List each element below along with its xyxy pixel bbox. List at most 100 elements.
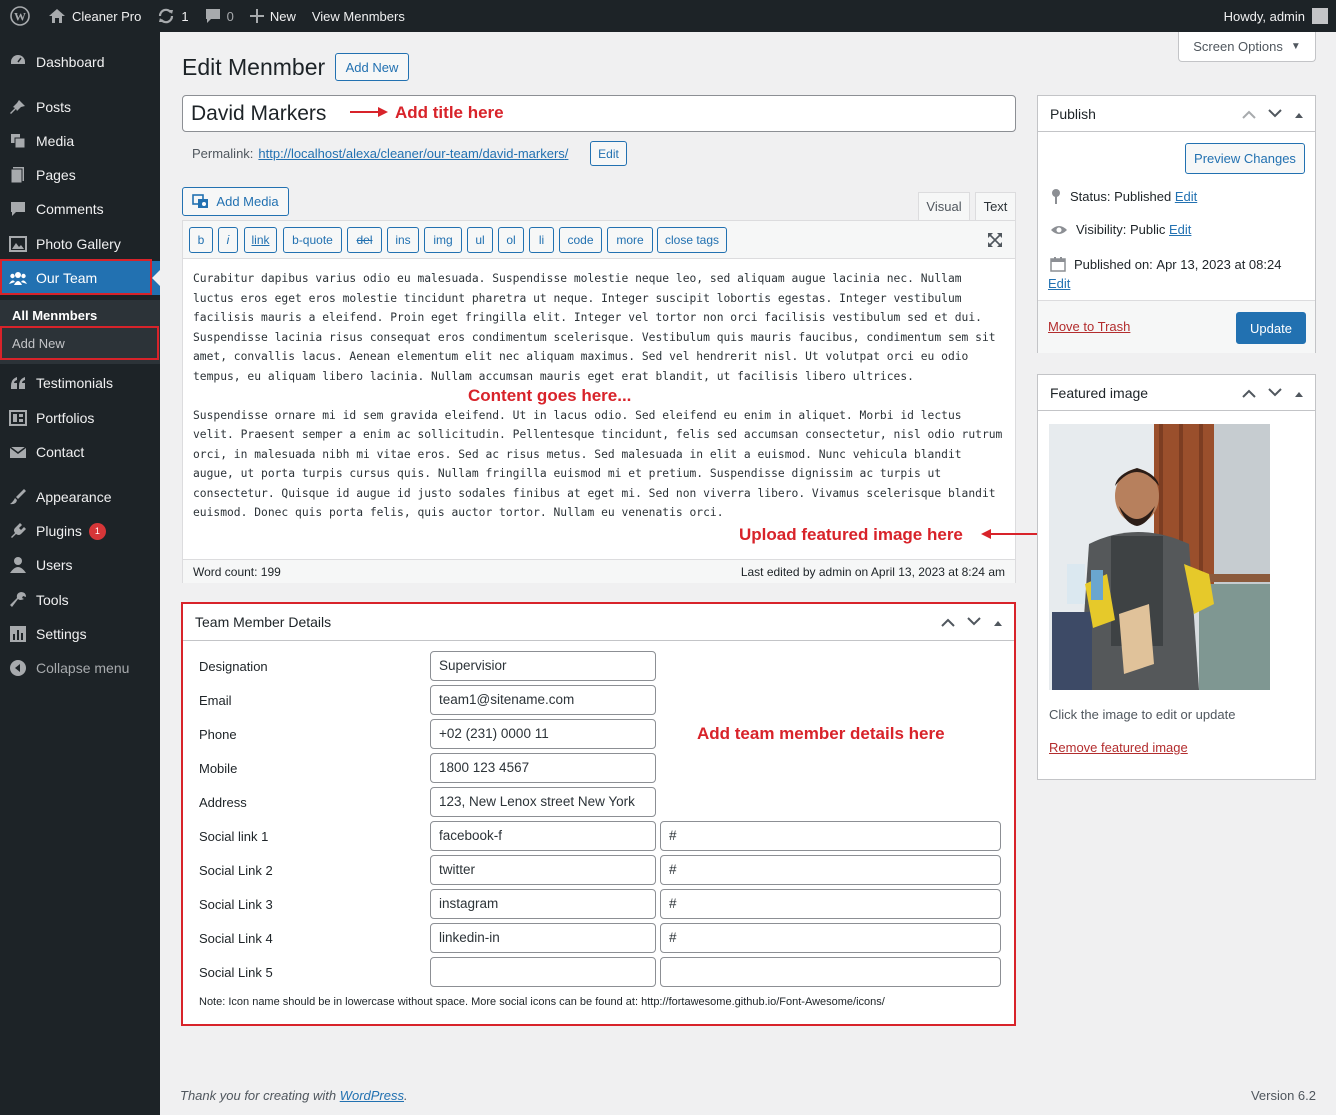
quicktag-ul-button[interactable]: ul (467, 227, 493, 253)
social-link-1-url-input[interactable]: # (660, 821, 1001, 851)
publish-actions: Move to Trash Update (1038, 300, 1315, 353)
permalink-edit-button[interactable]: Edit (590, 141, 627, 166)
permalink-link[interactable]: http://localhost/alexa/cleaner/our-team/… (258, 146, 568, 161)
quicktag-b-quote-button[interactable]: b-quote (283, 227, 342, 253)
sidebar-item-contact[interactable]: Contact (0, 435, 160, 469)
publish-header: Publish (1038, 96, 1315, 132)
social-link-5-url-input[interactable] (660, 957, 1001, 987)
sidebar-item-settings[interactable]: Settings (0, 617, 160, 651)
quicktag-del-button[interactable]: del (347, 227, 382, 253)
update-button[interactable]: Update (1236, 312, 1306, 344)
sidebar-item-label: Plugins (36, 523, 82, 539)
social-link-2-icon-input[interactable]: twitter (430, 855, 656, 885)
toggle-arrow-icon[interactable] (1293, 385, 1305, 401)
add-new-button[interactable]: Add New (335, 53, 409, 81)
published-on-edit-link[interactable]: Edit (1048, 276, 1070, 291)
sidebar-item-appearance[interactable]: Appearance (0, 480, 160, 514)
sidebar-item-plugins[interactable]: Plugins 1 (0, 514, 160, 548)
featured-image-box: Featured image Click the image to edit o… (1037, 374, 1316, 780)
chevron-up-icon[interactable] (1241, 106, 1257, 122)
social-link-4-url-input[interactable]: # (660, 923, 1001, 953)
view-label: View Menmbers (311, 8, 405, 24)
content-paragraph-2: Suspendisse ornare mi id sem gravida ele… (193, 408, 1003, 520)
chevron-up-icon[interactable] (1241, 385, 1257, 401)
sidebar-item-media[interactable]: Media (0, 124, 160, 158)
quicktag-i-button[interactable]: i (218, 227, 238, 253)
sidebar-item-label: Contact (36, 444, 85, 460)
mobile-input[interactable]: 1800 123 4567 (430, 753, 656, 783)
designation-input[interactable]: Supervisior (430, 651, 656, 681)
address-label: Address (199, 795, 247, 810)
wordpress-link[interactable]: WordPress (340, 1088, 404, 1103)
toggle-arrow-icon[interactable] (992, 614, 1004, 630)
submenu-all-members[interactable]: All Menmbers (12, 308, 97, 323)
updates-link[interactable]: 1 (149, 0, 196, 32)
team-details-header: Team Member Details (183, 604, 1014, 641)
chevron-up-icon[interactable] (940, 614, 956, 630)
add-media-label: Add Media (216, 194, 279, 209)
email-input[interactable]: team1@sitename.com (430, 685, 656, 715)
view-members-link[interactable]: View Menmbers (304, 0, 413, 32)
screen-options-button[interactable]: Screen Options ▼ (1178, 32, 1316, 62)
social-link-1-icon-input[interactable]: facebook-f (430, 821, 656, 851)
quicktag-li-button[interactable]: li (529, 227, 554, 253)
chevron-down-icon[interactable] (1267, 106, 1283, 122)
quicktag-b-button[interactable]: b (189, 227, 213, 253)
toggle-arrow-icon[interactable] (1293, 106, 1305, 122)
phone-input[interactable]: +02 (231) 0000 11 (430, 719, 656, 749)
sidebar-item-label: Appearance (36, 489, 112, 505)
sidebar-item-dashboard[interactable]: Dashboard (0, 45, 160, 79)
tab-visual[interactable]: Visual (918, 192, 970, 220)
quicktag-close-tags-button[interactable]: close tags (657, 227, 727, 253)
preview-changes-button[interactable]: Preview Changes (1185, 143, 1305, 174)
sidebar-item-users[interactable]: Users (0, 548, 160, 582)
email-icon (0, 443, 36, 461)
settings-icon (0, 625, 36, 643)
sidebar-item-collapse-menu[interactable]: Collapse menu (0, 651, 160, 685)
quicktag-ins-button[interactable]: ins (387, 227, 419, 253)
comments-link[interactable]: 0 (197, 0, 242, 32)
sidebar-item-testimonials[interactable]: Testimonials (0, 366, 160, 400)
account-menu[interactable]: Howdy, admin (1224, 0, 1328, 32)
sidebar-item-photo-gallery[interactable]: Photo Gallery (0, 227, 160, 261)
chevron-down-icon[interactable] (966, 614, 982, 630)
add-media-button[interactable]: Add Media (182, 187, 289, 216)
featured-image-hint: Click the image to edit or update (1049, 707, 1236, 722)
site-name-link[interactable]: Cleaner Pro (40, 0, 149, 32)
featured-image-thumbnail[interactable] (1049, 424, 1270, 690)
social-link-5-icon-input[interactable] (430, 957, 656, 987)
media-icon (192, 193, 210, 210)
status-edit-link[interactable]: Edit (1175, 189, 1197, 204)
wordpress-logo-icon[interactable]: W (0, 0, 40, 32)
address-input[interactable]: 123, New Lenox street New York (430, 787, 656, 817)
last-edited: Last edited by admin on April 13, 2023 a… (740, 564, 1005, 579)
chevron-down-icon[interactable] (1267, 385, 1283, 401)
new-content-link[interactable]: New (242, 0, 304, 32)
quicktag-more-button[interactable]: more (607, 227, 653, 253)
sidebar-item-tools[interactable]: Tools (0, 583, 160, 617)
sidebar-item-portfolios[interactable]: Portfolios (0, 401, 160, 435)
quicktag-img-button[interactable]: img (424, 227, 462, 253)
social-link-2-url-input[interactable]: # (660, 855, 1001, 885)
sidebar-item-label: Users (36, 557, 73, 573)
visibility-edit-link[interactable]: Edit (1169, 222, 1191, 237)
quicktag-ol-button[interactable]: ol (498, 227, 524, 253)
post-title-input[interactable]: David Markers (182, 95, 1016, 132)
phone-label: Phone (199, 727, 237, 742)
social-link-3-url-input[interactable]: # (660, 889, 1001, 919)
remove-featured-image-link[interactable]: Remove featured image (1049, 740, 1188, 755)
sidebar-item-pages[interactable]: Pages (0, 158, 160, 192)
featured-controls (1241, 375, 1305, 411)
permalink-label: Permalink: (192, 146, 254, 161)
quicktag-link-button[interactable]: link (244, 227, 277, 253)
footer-version: Version 6.2 (1250, 1088, 1316, 1103)
quicktag-code-button[interactable]: code (559, 227, 602, 253)
tab-text[interactable]: Text (975, 192, 1016, 220)
social-link-3-icon-input[interactable]: instagram (430, 889, 656, 919)
move-to-trash-link[interactable]: Move to Trash (1048, 319, 1130, 334)
social-link-4-icon-input[interactable]: linkedin-in (430, 923, 656, 953)
sidebar-item-posts[interactable]: Posts (0, 90, 160, 124)
wrench-icon (0, 591, 36, 609)
sidebar-item-comments[interactable]: Comments (0, 192, 160, 226)
fullscreen-icon[interactable] (987, 232, 1003, 251)
